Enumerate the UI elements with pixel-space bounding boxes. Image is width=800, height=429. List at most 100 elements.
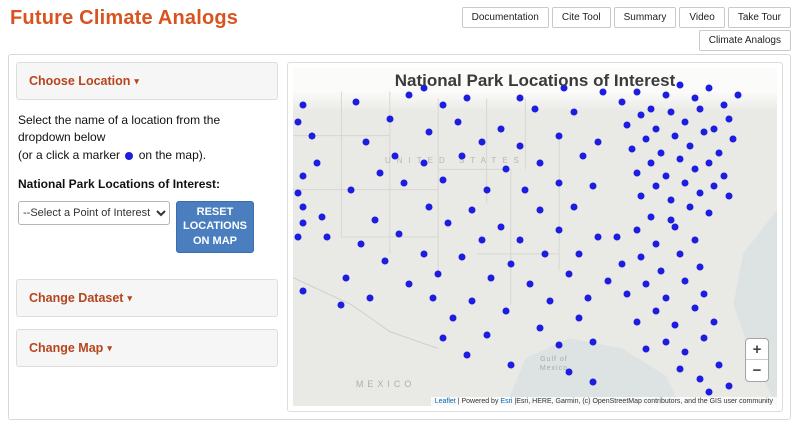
poi-select[interactable]: --Select a Point of Interest -- (18, 201, 170, 225)
map-marker[interactable] (575, 315, 582, 322)
map-marker[interactable] (352, 98, 359, 105)
map-marker[interactable] (546, 298, 553, 305)
nav-take-tour-button[interactable]: Take Tour (728, 7, 791, 28)
accordion-change-dataset[interactable]: Change Dataset ▾ (16, 279, 278, 317)
map-marker[interactable] (696, 105, 703, 112)
map-marker[interactable] (367, 294, 374, 301)
map-marker[interactable] (594, 139, 601, 146)
map-marker[interactable] (633, 169, 640, 176)
map-marker[interactable] (643, 345, 650, 352)
map-marker[interactable] (299, 102, 306, 109)
map-marker[interactable] (667, 217, 674, 224)
map-marker[interactable] (623, 122, 630, 129)
map-marker[interactable] (343, 274, 350, 281)
map-marker[interactable] (294, 234, 301, 241)
map-marker[interactable] (294, 190, 301, 197)
map-marker[interactable] (536, 159, 543, 166)
map-marker[interactable] (643, 135, 650, 142)
map-marker[interactable] (691, 166, 698, 173)
map-marker[interactable] (483, 332, 490, 339)
map-marker[interactable] (672, 321, 679, 328)
map-marker[interactable] (580, 152, 587, 159)
map-marker[interactable] (682, 119, 689, 126)
map-marker[interactable] (469, 206, 476, 213)
nav-summary-button[interactable]: Summary (614, 7, 677, 28)
map-marker[interactable] (517, 237, 524, 244)
map-marker[interactable] (686, 203, 693, 210)
map-marker[interactable] (653, 125, 660, 132)
map-marker[interactable] (657, 149, 664, 156)
map-marker[interactable] (614, 234, 621, 241)
map-marker[interactable] (440, 335, 447, 342)
map-marker[interactable] (440, 176, 447, 183)
map-marker[interactable] (565, 271, 572, 278)
map-marker[interactable] (372, 217, 379, 224)
map-marker[interactable] (440, 102, 447, 109)
map-marker[interactable] (643, 281, 650, 288)
map-marker[interactable] (507, 362, 514, 369)
map-marker[interactable] (667, 108, 674, 115)
nav-video-button[interactable]: Video (679, 7, 724, 28)
map-marker[interactable] (498, 223, 505, 230)
map-marker[interactable] (565, 369, 572, 376)
map-marker[interactable] (585, 294, 592, 301)
map-marker[interactable] (430, 294, 437, 301)
map-marker[interactable] (435, 271, 442, 278)
map-marker[interactable] (386, 115, 393, 122)
map-marker[interactable] (299, 220, 306, 227)
map-marker[interactable] (362, 139, 369, 146)
map-marker[interactable] (662, 173, 669, 180)
map-marker[interactable] (653, 240, 660, 247)
map-marker[interactable] (381, 257, 388, 264)
map-marker[interactable] (502, 166, 509, 173)
map-marker[interactable] (348, 186, 355, 193)
map-marker[interactable] (541, 250, 548, 257)
nav-documentation-button[interactable]: Documentation (462, 7, 549, 28)
map-marker[interactable] (594, 234, 601, 241)
map-marker[interactable] (377, 169, 384, 176)
map-marker[interactable] (682, 179, 689, 186)
map-marker[interactable] (730, 135, 737, 142)
map-marker[interactable] (667, 196, 674, 203)
leaflet-link[interactable]: Leaflet (435, 398, 456, 405)
map-marker[interactable] (696, 264, 703, 271)
map-marker[interactable] (725, 193, 732, 200)
map-marker[interactable] (696, 375, 703, 382)
map-marker[interactable] (706, 210, 713, 217)
map-marker[interactable] (314, 159, 321, 166)
map-marker[interactable] (711, 318, 718, 325)
map-marker[interactable] (444, 220, 451, 227)
map-marker[interactable] (391, 152, 398, 159)
map-marker[interactable] (720, 102, 727, 109)
map-marker[interactable] (469, 298, 476, 305)
map-marker[interactable] (677, 250, 684, 257)
map-marker[interactable] (483, 186, 490, 193)
map-marker[interactable] (725, 115, 732, 122)
map-marker[interactable] (590, 183, 597, 190)
map-marker[interactable] (323, 234, 330, 241)
map-marker[interactable] (522, 186, 529, 193)
map-marker[interactable] (648, 105, 655, 112)
map-marker[interactable] (464, 352, 471, 359)
map-marker[interactable] (715, 362, 722, 369)
map-marker[interactable] (725, 382, 732, 389)
map-marker[interactable] (619, 261, 626, 268)
map-marker[interactable] (604, 277, 611, 284)
map-marker[interactable] (633, 227, 640, 234)
map-marker[interactable] (701, 291, 708, 298)
map-marker[interactable] (454, 119, 461, 126)
map-marker[interactable] (623, 291, 630, 298)
map-marker[interactable] (672, 132, 679, 139)
map-marker[interactable] (638, 193, 645, 200)
map-marker[interactable] (309, 132, 316, 139)
esri-link[interactable]: Esri (500, 398, 512, 405)
map-marker[interactable] (357, 240, 364, 247)
map-marker[interactable] (657, 267, 664, 274)
map-marker[interactable] (536, 325, 543, 332)
map-marker[interactable] (420, 250, 427, 257)
map-marker[interactable] (628, 146, 635, 153)
map-marker[interactable] (662, 338, 669, 345)
map-marker[interactable] (691, 304, 698, 311)
map-marker[interactable] (464, 95, 471, 102)
map-marker[interactable] (653, 308, 660, 315)
